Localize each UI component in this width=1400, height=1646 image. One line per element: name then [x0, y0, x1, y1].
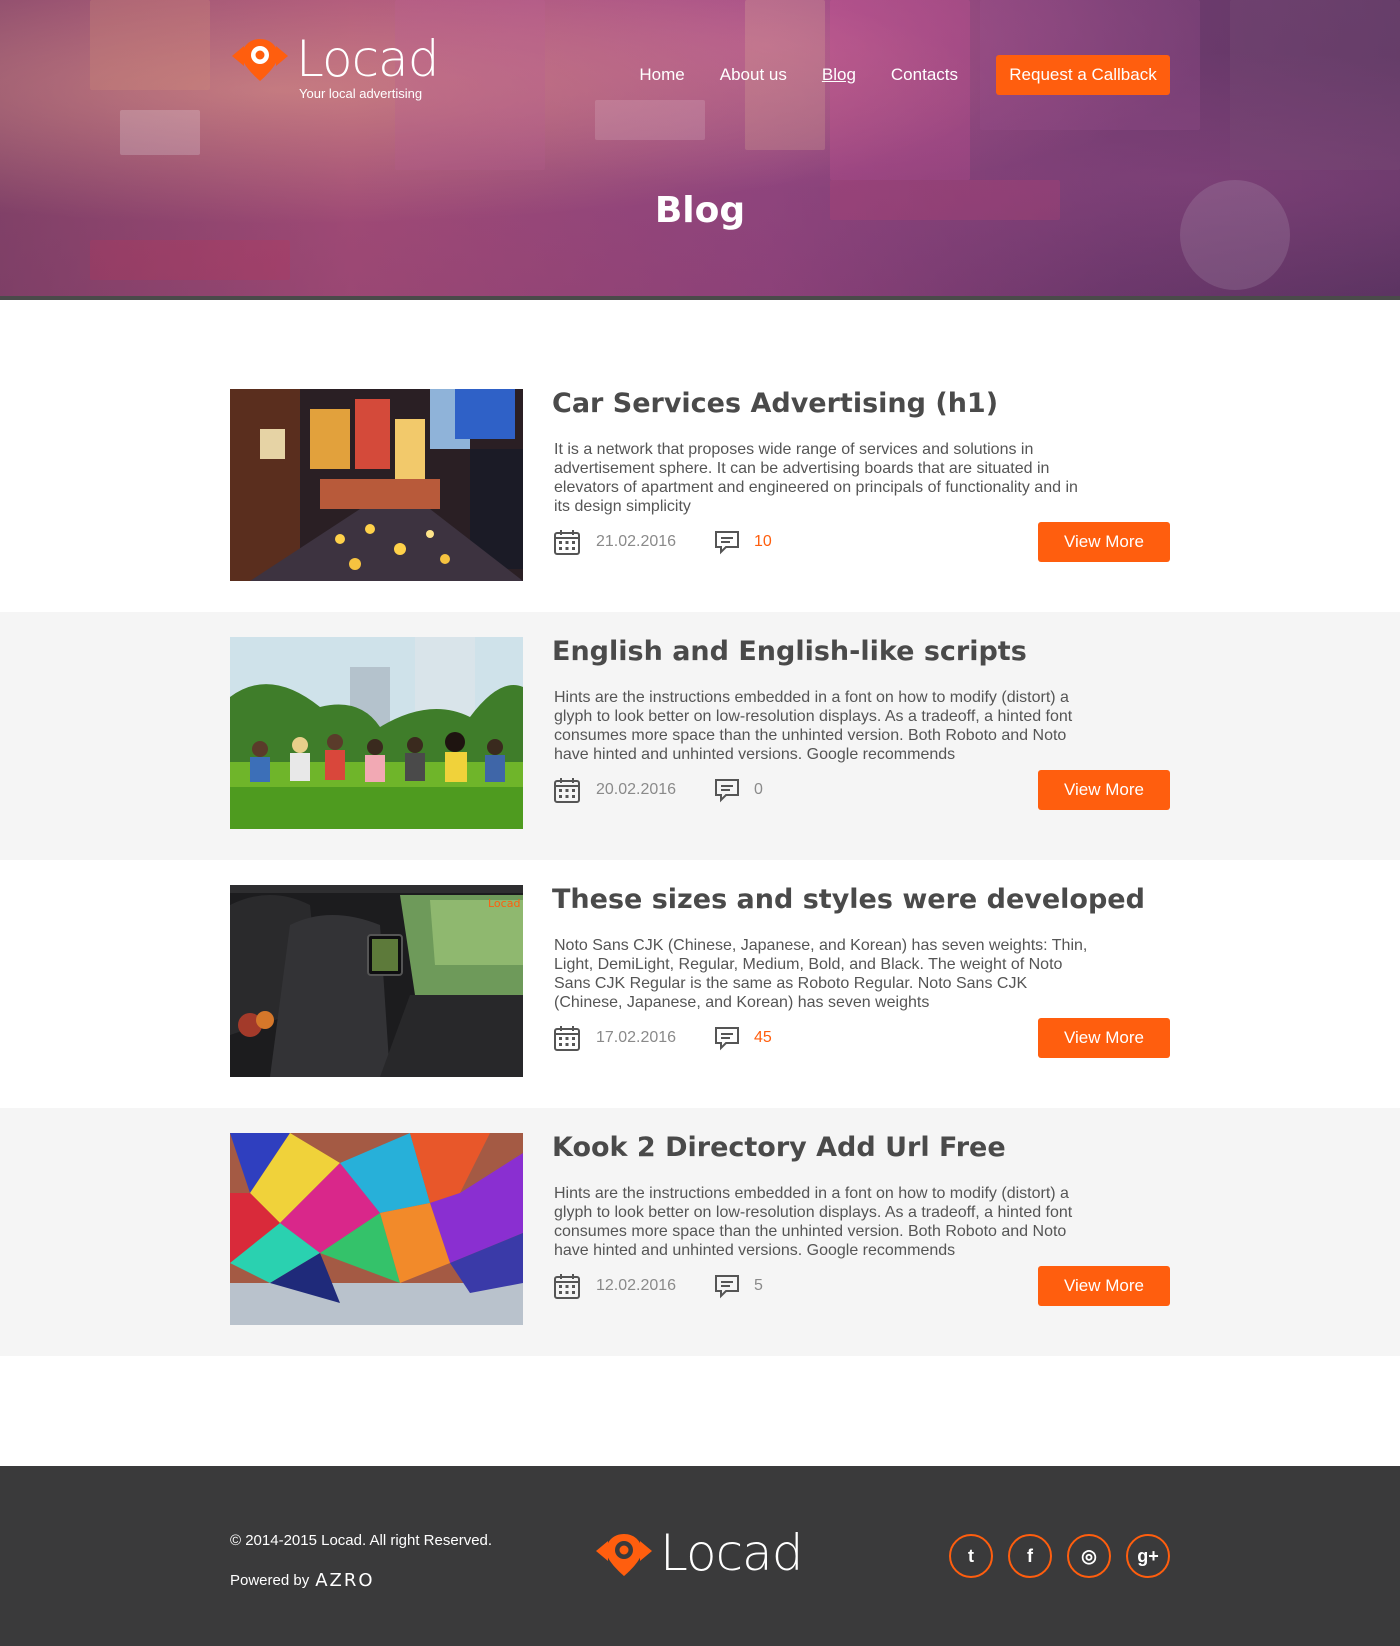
social-links: t f ◎ g+: [934, 1534, 1170, 1578]
calendar-icon: [554, 778, 580, 803]
calendar-icon: [554, 1274, 580, 1299]
location-pin-icon: [596, 1534, 652, 1576]
post-excerpt: Hints are the instructions embedded in a…: [554, 1185, 1073, 1259]
calendar-icon: [554, 530, 580, 555]
brand-tagline: Your local advertising: [299, 86, 423, 101]
comment-count: 45: [754, 1029, 772, 1046]
google-plus-icon[interactable]: g+: [1126, 1534, 1170, 1578]
powered-by-label: Powered by: [230, 1572, 310, 1589]
post-meta: 17.02.2016 45: [554, 1023, 772, 1053]
footer-brand-name: Locad: [660, 1524, 803, 1582]
nav-home[interactable]: Home: [639, 65, 684, 85]
brand-name: Locad: [296, 30, 439, 88]
post-meta: 21.02.2016 10: [554, 527, 772, 557]
comment-count: 10: [754, 533, 772, 550]
copyright-text: © 2014-2015 Locad. All right Reserved.: [230, 1532, 493, 1549]
blog-post: Car Services Advertising (h1) It is a ne…: [0, 364, 1400, 612]
comment-count: 5: [754, 1277, 763, 1294]
post-image-students[interactable]: [230, 637, 523, 829]
comment-icon: [715, 1275, 739, 1299]
blog-post-list: Car Services Advertising (h1) It is a ne…: [0, 300, 1400, 1356]
hero-header: Locad Your local advertising Home About …: [0, 0, 1400, 300]
blog-post: Kook 2 Directory Add Url Free Hints are …: [0, 1108, 1400, 1356]
view-more-button[interactable]: View More: [1038, 1266, 1170, 1306]
twitter-icon[interactable]: t: [949, 1534, 993, 1578]
comment-icon: [715, 1027, 739, 1051]
brand-logo[interactable]: Locad Your local advertising: [230, 30, 439, 101]
post-image-car-interior[interactable]: Locad: [230, 885, 523, 1077]
post-date: 12.02.2016: [596, 1277, 677, 1294]
comment-count: 0: [754, 781, 763, 798]
post-title[interactable]: These sizes and styles were developed: [552, 884, 1145, 915]
comment-icon: [715, 531, 739, 555]
site-footer: © 2014-2015 Locad. All right Reserved. P…: [0, 1466, 1400, 1646]
azro-logo[interactable]: AZRO: [315, 1570, 374, 1591]
nav-about-us[interactable]: About us: [720, 65, 787, 85]
post-excerpt: Noto Sans CJK (Chinese, Japanese, and Ko…: [554, 937, 1088, 1011]
post-image-times-square[interactable]: [230, 389, 523, 581]
post-excerpt: It is a network that proposes wide range…: [554, 441, 1078, 515]
post-date: 20.02.2016: [596, 781, 677, 798]
svg-text:Locad: Locad: [488, 897, 520, 910]
request-callback-button[interactable]: Request a Callback: [996, 55, 1170, 95]
main-nav: Home About us Blog Contacts Request a Ca…: [604, 55, 1170, 95]
facebook-icon[interactable]: f: [1008, 1534, 1052, 1578]
location-pin-icon: [232, 39, 288, 81]
view-more-button[interactable]: View More: [1038, 770, 1170, 810]
view-more-button[interactable]: View More: [1038, 1018, 1170, 1058]
post-date: 21.02.2016: [596, 533, 677, 550]
post-title[interactable]: Kook 2 Directory Add Url Free: [552, 1132, 1006, 1163]
nav-contacts[interactable]: Contacts: [891, 65, 958, 85]
post-excerpt: Hints are the instructions embedded in a…: [554, 689, 1073, 763]
blog-post: English and English-like scripts Hints a…: [0, 612, 1400, 860]
hero-divider: [0, 296, 1400, 300]
footer-brand-logo[interactable]: Locad: [594, 1524, 803, 1582]
comment-icon: [715, 779, 739, 803]
blog-post: Locad These sizes and styles were develo…: [0, 860, 1400, 1108]
instagram-icon[interactable]: ◎: [1067, 1534, 1111, 1578]
post-date: 17.02.2016: [596, 1029, 677, 1046]
post-title[interactable]: English and English-like scripts: [552, 636, 1027, 667]
page-title: Blog: [654, 190, 746, 231]
view-more-button[interactable]: View More: [1038, 522, 1170, 562]
post-meta: 20.02.2016 0: [554, 775, 763, 805]
calendar-icon: [554, 1026, 580, 1051]
nav-blog[interactable]: Blog: [822, 65, 856, 85]
post-title[interactable]: Car Services Advertising (h1): [552, 388, 998, 419]
powered-by: Powered by AZRO: [230, 1570, 375, 1591]
post-meta: 12.02.2016 5: [554, 1271, 763, 1301]
post-image-graffiti[interactable]: [230, 1133, 523, 1325]
